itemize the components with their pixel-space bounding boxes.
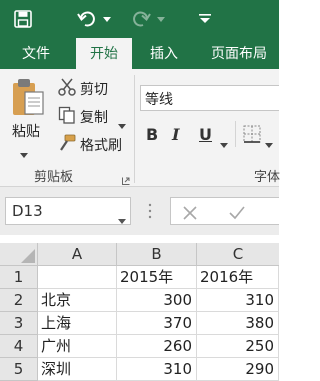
tab-file[interactable]: 文件 [8, 38, 64, 69]
font-group-label: 字体 [254, 170, 281, 185]
cell[interactable]: 380 [197, 312, 279, 335]
formula-bar-grip-icon [148, 202, 152, 222]
clipboard-group-label: 剪贴板 [34, 170, 74, 185]
cell[interactable]: 310 [197, 289, 279, 312]
title-bar [0, 0, 279, 38]
formula-bar: D13 [0, 187, 279, 235]
paste-label[interactable]: 粘贴 [12, 121, 40, 141]
column-header[interactable]: B [117, 243, 197, 266]
row-header[interactable]: 2 [0, 289, 38, 312]
cell[interactable] [38, 266, 117, 289]
cell[interactable]: 370 [117, 312, 197, 335]
column-header[interactable]: C [197, 243, 279, 266]
worksheet-grid: A B C 1 2015年 2016年 2 北京 300 310 3 上海 37… [0, 243, 279, 381]
cell[interactable]: 300 [117, 289, 197, 312]
cell[interactable]: 北京 [38, 289, 117, 312]
underline-dropdown-icon[interactable] [220, 133, 228, 152]
font-separator [235, 121, 236, 147]
cell[interactable]: 广州 [38, 335, 117, 358]
cell[interactable]: 2015年 [117, 266, 197, 289]
font-name-box[interactable]: 等线 [140, 85, 279, 111]
row-header[interactable]: 3 [0, 312, 38, 335]
cell[interactable]: 上海 [38, 312, 117, 335]
group-separator [134, 75, 135, 183]
name-box-dropdown-icon[interactable] [118, 209, 126, 228]
customize-qat-icon[interactable] [193, 9, 217, 29]
tab-page-layout[interactable]: 页面布局 [200, 38, 278, 69]
copy-icon[interactable] [58, 106, 76, 124]
cell[interactable]: 深圳 [38, 358, 117, 381]
cut-label[interactable]: 剪切 [80, 79, 108, 99]
copy-dropdown-icon[interactable] [118, 114, 126, 133]
redo-dropdown-icon[interactable] [155, 12, 167, 26]
paste-icon[interactable] [10, 77, 46, 119]
font-name-value: 等线 [145, 92, 173, 108]
formula-input[interactable] [170, 197, 279, 225]
borders-dropdown-icon[interactable] [265, 133, 273, 152]
scissors-icon[interactable] [58, 78, 76, 96]
ribbon: 粘贴 剪切 复制 格式刷 剪贴板 等线 B I U 字体 [0, 69, 281, 187]
paste-dropdown-icon[interactable] [20, 143, 28, 162]
cell[interactable]: 250 [197, 335, 279, 358]
borders-icon[interactable] [243, 125, 261, 143]
format-painter-label[interactable]: 格式刷 [80, 135, 122, 155]
name-box-value: D13 [12, 202, 43, 220]
cancel-icon[interactable] [183, 205, 197, 224]
cell[interactable]: 260 [117, 335, 197, 358]
format-painter-icon[interactable] [58, 134, 76, 152]
undo-icon[interactable] [74, 8, 100, 30]
row-header[interactable]: 5 [0, 358, 38, 381]
cell[interactable]: 310 [117, 358, 197, 381]
underline-button[interactable]: U [199, 125, 212, 144]
tab-insert[interactable]: 插入 [138, 38, 190, 69]
redo-icon[interactable] [128, 8, 154, 30]
cell[interactable]: 2016年 [197, 266, 279, 289]
cell[interactable]: 290 [197, 358, 279, 381]
copy-label[interactable]: 复制 [80, 107, 108, 127]
bold-button[interactable]: B [146, 125, 158, 144]
tab-home[interactable]: 开始 [76, 38, 132, 69]
save-icon[interactable] [12, 9, 34, 29]
row-header[interactable]: 1 [0, 266, 38, 289]
italic-button[interactable]: I [172, 125, 179, 144]
ribbon-tab-bar: 文件 开始 插入 页面布局 [0, 38, 279, 69]
row-header[interactable]: 4 [0, 335, 38, 358]
select-all-corner[interactable] [0, 243, 38, 266]
column-header[interactable]: A [38, 243, 117, 266]
enter-check-icon[interactable] [229, 205, 245, 224]
name-box[interactable]: D13 [5, 197, 131, 225]
undo-dropdown-icon[interactable] [101, 12, 113, 26]
